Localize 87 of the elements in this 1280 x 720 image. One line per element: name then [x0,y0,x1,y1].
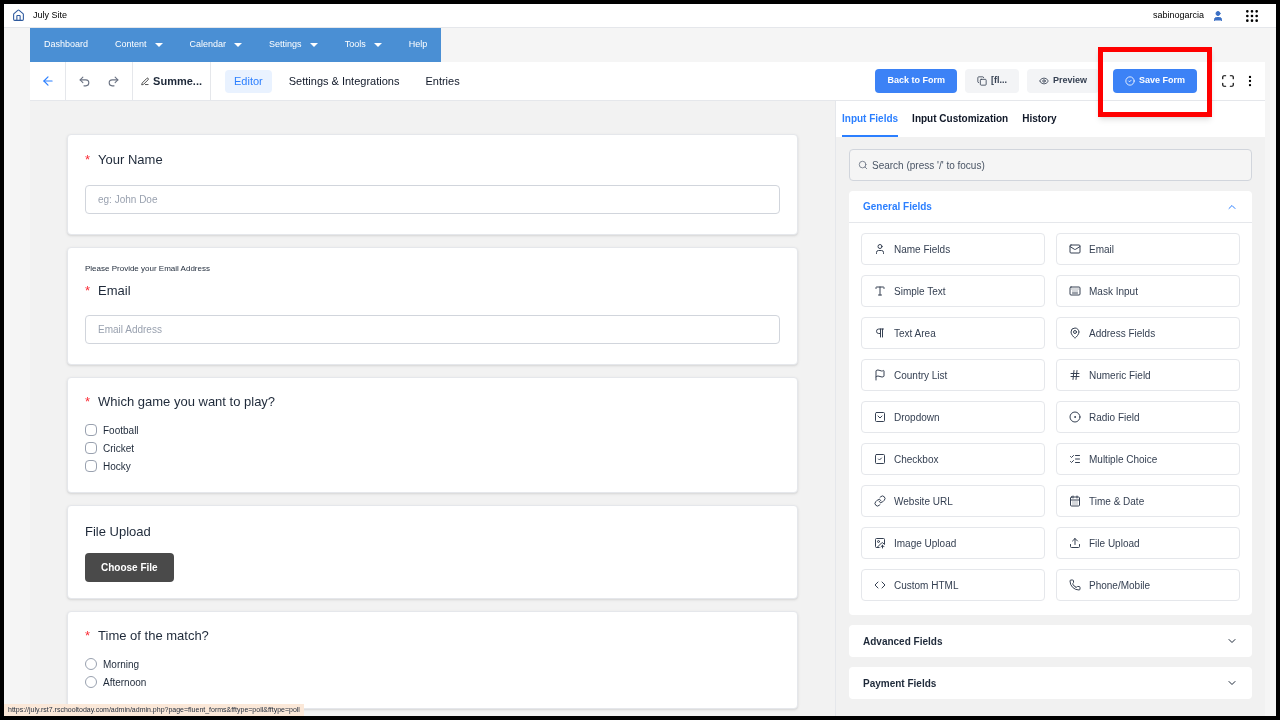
field-type-button[interactable]: Name Fields [861,233,1045,265]
field-type-button[interactable]: Numeric Field [1056,359,1240,391]
back-to-form-button[interactable]: Back to Form [875,69,957,93]
editor-tab[interactable]: Settings & Integrations [279,69,409,93]
field-label: Email [98,281,131,300]
save-form-button[interactable]: Save Form [1112,69,1197,93]
required-asterisk: * [85,151,91,169]
section-header[interactable]: Advanced Fields [849,625,1252,657]
field-type-button[interactable]: Time & Date [1056,485,1240,517]
copy-icon [976,76,987,86]
code-icon [874,579,886,591]
site-title[interactable]: July Site [33,8,67,23]
person-icon [874,243,886,255]
search-input[interactable]: Search (press '/' to focus) [872,157,1243,173]
undo-icon[interactable] [78,74,91,88]
field-type-button[interactable]: Address Fields [1056,317,1240,349]
search-field[interactable]: Search (press '/' to focus) [849,149,1252,181]
field-label: Your Name [98,151,163,169]
choose-file-button[interactable]: Choose File [85,553,174,582]
fullscreen-icon[interactable] [1221,74,1235,88]
field-type-button[interactable]: Image Upload [861,527,1045,559]
option-label: Cricket [103,441,135,456]
image-icon [874,537,886,549]
help-text: Please Provide your Email Address [85,262,211,275]
user-icon[interactable] [1212,9,1224,22]
list-icon [1069,453,1081,465]
edit-icon[interactable] [141,75,150,87]
field-label: File Upload [85,522,151,541]
field-type-button[interactable]: Text Area [861,317,1045,349]
required-asterisk: * [85,281,91,300]
text-input[interactable]: Email Address [85,315,780,344]
section-header[interactable]: Payment Fields [849,667,1252,699]
text-cursor-icon [874,285,886,297]
field-type-button[interactable]: Website URL [861,485,1045,517]
dropdown-icon [874,411,886,423]
search-icon [858,160,868,170]
field-type-button[interactable]: Phone/Mobile [1056,569,1240,601]
map-pin-icon [1069,327,1081,339]
option-label: Football [103,423,139,438]
phone-icon [1069,579,1081,591]
radio-button[interactable] [85,676,97,688]
field-label: Time of the match? [98,627,209,645]
preview-button[interactable]: Preview [1026,69,1099,93]
envelope-icon [1069,243,1081,255]
checkbox-icon [874,453,886,465]
checkbox[interactable] [85,460,97,472]
field-type-button[interactable]: Checkbox [861,443,1045,475]
option-label: Hocky [103,459,131,474]
keyboard-icon [1069,285,1081,297]
checkbox[interactable] [85,442,97,454]
field-type-button[interactable]: Simple Text [861,275,1045,307]
field-label: Which game you want to play? [98,393,276,411]
home-icon[interactable] [12,9,25,22]
shortcode-button[interactable]: [fl... [964,69,1019,93]
link-icon [874,495,886,507]
field-type-button[interactable]: Multiple Choice [1056,443,1240,475]
panel-tab[interactable]: History [1022,101,1057,137]
redo-icon[interactable] [107,74,120,88]
field-type-button[interactable]: Radio Field [1056,401,1240,433]
pilcrow-icon [874,327,886,339]
username[interactable]: sabinogarcia [1152,8,1204,23]
eye-icon [1038,76,1049,86]
field-type-button[interactable]: Country List [861,359,1045,391]
option-label: Afternoon [103,675,147,690]
panel-tab[interactable]: Input Customization [912,101,1009,137]
radio-button[interactable] [85,658,97,670]
upload-icon [1069,537,1081,549]
required-asterisk: * [85,627,91,645]
field-type-button[interactable]: Custom HTML [861,569,1045,601]
check-circle-icon [1124,76,1135,86]
field-type-button[interactable]: Mask Input [1056,275,1240,307]
editor-tab[interactable]: Entries [416,69,469,93]
apps-grid-icon[interactable] [1244,7,1260,24]
field-type-button[interactable]: Email [1056,233,1240,265]
field-type-button[interactable]: File Upload [1056,527,1240,559]
checkbox[interactable] [85,424,97,436]
panel-tab[interactable]: Input Fields [842,101,899,137]
text-input[interactable]: eg: John Doe [85,184,780,214]
hash-icon [1069,369,1081,381]
calendar-icon [1069,495,1081,507]
required-asterisk: * [85,393,91,411]
radio-icon [1069,411,1081,423]
form-name[interactable]: Summe... [153,72,202,90]
field-type-button[interactable]: Dropdown [861,401,1045,433]
option-label: Morning [103,657,140,672]
section-header[interactable]: General Fields [849,191,1252,223]
flag-icon [874,369,886,381]
